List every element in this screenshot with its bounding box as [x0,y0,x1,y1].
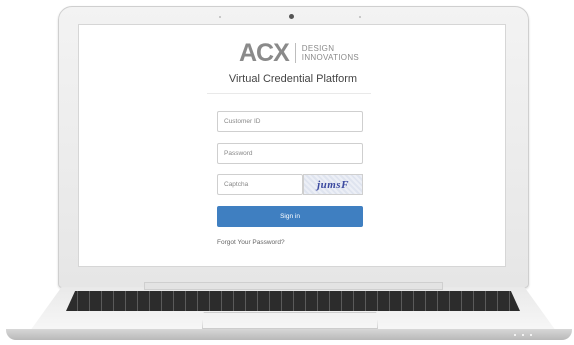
password-field[interactable]: Password [217,143,363,164]
status-led [514,334,516,336]
forgot-password-link[interactable]: Forgot Your Password? [217,239,285,246]
logo-subtitle: DESIGN INNOVATIONS [302,44,359,62]
logo-mark: ACX [239,39,290,67]
laptop-hinge [144,282,443,290]
laptop-front-edge [6,329,572,340]
login-screen: ACX DESIGN INNOVATIONS Virtual Credentia… [78,24,506,267]
laptop-trackpad [202,312,378,329]
customer-id-field[interactable]: Customer ID [217,111,363,132]
title-divider [207,93,371,94]
captcha-image: jumsF [303,174,363,195]
captcha-code: jumsF [317,178,349,191]
sensor-dot [219,16,221,18]
logo-subtitle-line1: DESIGN [301,44,335,53]
logo-divider [294,43,296,63]
sign-in-button[interactable]: Sign in [217,206,363,227]
page-title: Virtual Credential Platform [228,73,358,85]
laptop-keyboard [66,291,520,311]
status-led [522,334,524,336]
webcam [289,14,294,19]
status-led [530,334,532,336]
sensor-dot [359,16,361,18]
logo-subtitle-line2: INNOVATIONS [301,53,360,62]
brand-logo: ACX DESIGN INNOVATIONS [239,39,359,67]
captcha-field[interactable]: Captcha [217,174,303,195]
